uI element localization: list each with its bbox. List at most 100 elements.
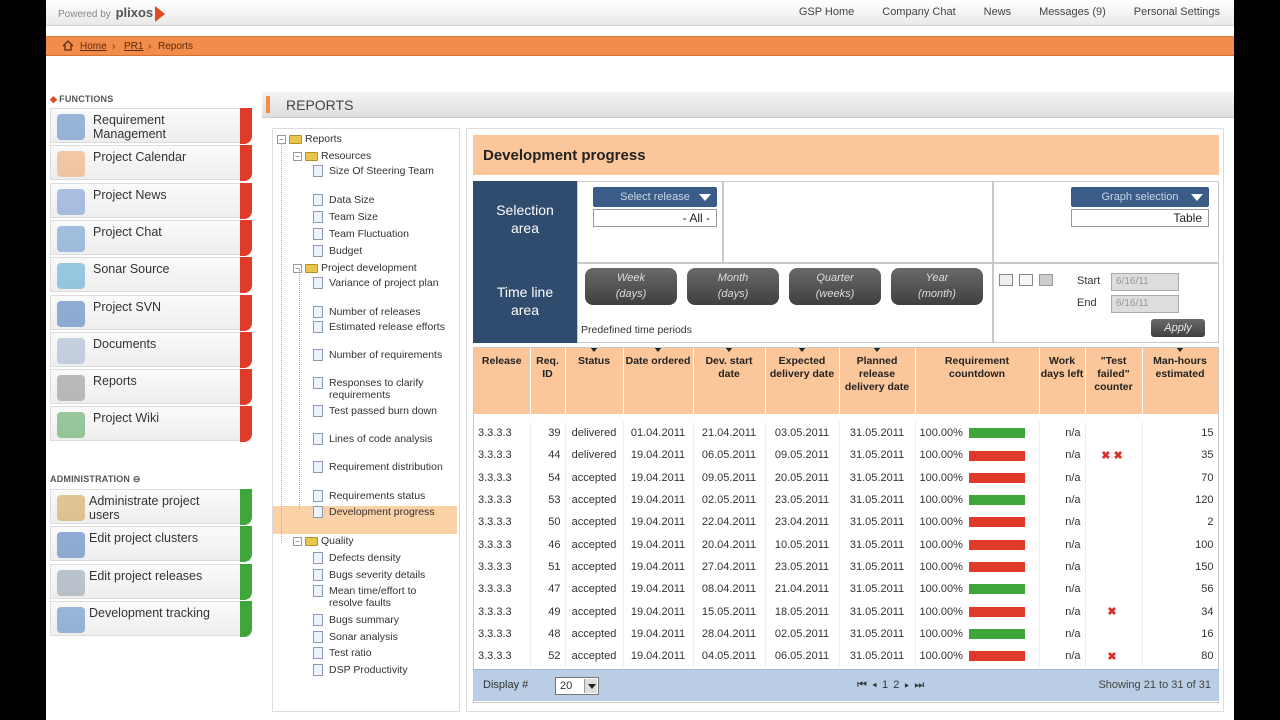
first-page-icon[interactable]: ⏮ (857, 679, 868, 691)
tree-leaf[interactable]: Number of releases (313, 306, 453, 320)
period-button[interactable]: Quarter (weeks) (789, 268, 881, 305)
sort-icon[interactable] (654, 348, 662, 352)
sort-icon[interactable] (1176, 348, 1184, 352)
table-row[interactable]: 3.3.3.3 39 delivered 01.04.2011 21.04.2011 03… (474, 422, 1218, 445)
tree-leaf[interactable]: Estimated release efforts (313, 321, 453, 349)
tree-leaf[interactable]: Test ratio (313, 647, 453, 661)
next-page-icon[interactable]: ▸ (904, 679, 910, 691)
admin-item[interactable]: Administrate project users (50, 489, 252, 525)
tree-leaf[interactable]: Lines of code analysis (313, 433, 453, 461)
topnav-link[interactable]: GSP Home (799, 6, 854, 18)
table-row[interactable]: 3.3.3.3 44 delivered 19.04.2011 06.05.2011 09… (474, 444, 1218, 467)
tree-folder[interactable]: − Reports (277, 133, 342, 145)
tree-leaf[interactable]: Sonar analysis (313, 631, 453, 645)
tree-folder[interactable]: − Quality (293, 535, 354, 547)
tree-leaf[interactable]: DSP Productivity (313, 664, 453, 678)
tree-leaf[interactable]: Defects density (313, 552, 453, 566)
tree-leaf[interactable]: Requirement distribution (313, 461, 453, 489)
page-size-select[interactable]: 20 (555, 677, 599, 695)
tree-leaf[interactable]: Responses to clarify requirements (313, 377, 453, 405)
tree-leaf[interactable]: Number of requirements (313, 349, 453, 377)
collapse-icon[interactable]: − (293, 263, 302, 273)
view-split-icon[interactable] (1019, 274, 1033, 286)
column-header[interactable]: Expected delivery date (765, 348, 840, 414)
period-button[interactable]: Month (days) (687, 268, 779, 305)
collapse-icon[interactable]: − (293, 536, 302, 546)
table-row[interactable]: 3.3.3.3 51 accepted 19.04.2011 27.04.2011 23.… (474, 555, 1218, 579)
tree-leaf[interactable]: Bugs summary (313, 614, 453, 628)
sidebar-item[interactable]: Project Calendar (50, 145, 252, 182)
sidebar-item[interactable]: Documents (50, 331, 252, 368)
topnav-link[interactable]: Company Chat (882, 6, 955, 18)
table-row[interactable]: 3.3.3.3 47 accepted 19.04.2011 08.04.2011 21.… (474, 578, 1218, 601)
tree-leaf[interactable]: Data Size (313, 194, 453, 208)
select-release-dropdown[interactable]: Select release (593, 187, 717, 207)
last-page-icon[interactable]: ⏭ (914, 679, 925, 691)
prev-page-icon[interactable]: ◂ (872, 679, 878, 691)
breadcrumb-project[interactable]: PR1 (124, 41, 143, 52)
sort-icon[interactable] (798, 348, 806, 352)
column-header[interactable]: Req. ID (530, 348, 566, 414)
tree-leaf[interactable]: Test passed burn down (313, 405, 453, 433)
sort-icon[interactable] (873, 348, 881, 352)
sidebar-item[interactable]: Reports (50, 369, 252, 406)
topnav-link[interactable]: Messages (9) (1039, 6, 1106, 18)
page-numbers[interactable]: 1 2 (882, 679, 900, 691)
table-row[interactable]: 3.3.3.3 53 accepted 19.04.2011 02.05.2011 23.… (474, 488, 1218, 512)
tree-leaf[interactable]: Team Fluctuation (313, 228, 453, 242)
tree-leaf[interactable]: Variance of project plan (313, 277, 453, 305)
view-single-icon[interactable] (999, 274, 1013, 286)
sidebar-item[interactable]: Project SVN (50, 294, 252, 331)
sidebar-item[interactable]: Sonar Source (50, 257, 252, 294)
home-icon[interactable] (62, 40, 74, 51)
table-row[interactable]: 3.3.3.3 54 accepted 19.04.2011 09.05.2011 20.… (474, 466, 1218, 489)
period-button[interactable]: Year (month) (891, 268, 983, 305)
tree-leaf[interactable]: Mean time/effort to resolve faults (313, 585, 453, 613)
start-date-input[interactable]: 6/16/11 (1111, 273, 1179, 291)
cell-test-failed (1085, 578, 1143, 601)
tree-leaf[interactable]: Development progress (273, 506, 457, 534)
tree-leaf[interactable]: Team Size (313, 211, 453, 225)
topnav-link[interactable]: Personal Settings (1134, 6, 1220, 18)
table-row[interactable]: 3.3.3.3 49 accepted 19.04.2011 15.05.2011 18.… (474, 600, 1218, 623)
graph-value[interactable]: Table (1071, 209, 1209, 227)
admin-item[interactable]: Edit project clusters (50, 526, 252, 563)
column-header[interactable]: Release (474, 348, 531, 414)
breadcrumb-home[interactable]: Home (80, 41, 107, 52)
tree-folder[interactable]: − Resources (293, 150, 371, 162)
sidebar-item[interactable]: Project News (50, 182, 252, 219)
column-header[interactable]: Date ordered (623, 348, 694, 414)
column-header[interactable]: Requirement countdown (915, 348, 1040, 414)
sort-icon[interactable] (590, 348, 598, 352)
apply-button[interactable]: Apply (1151, 319, 1205, 337)
sidebar-item[interactable]: Requirement Management (50, 108, 252, 144)
tree-leaf[interactable]: Bugs severity details (313, 569, 453, 583)
column-header[interactable]: Planned release delivery date (839, 348, 916, 414)
view-grid-icon[interactable] (1039, 274, 1053, 286)
sidebar-item[interactable]: Project Chat (50, 219, 252, 256)
table-row[interactable]: 3.3.3.3 50 accepted 19.04.2011 22.04.2011 23.… (474, 511, 1218, 534)
period-button[interactable]: Week (days) (585, 268, 677, 305)
table-row[interactable]: 3.3.3.3 48 accepted 19.04.2011 28.04.2011 02.… (474, 622, 1218, 645)
table-row[interactable]: 3.3.3.3 46 accepted 19.04.2011 20.04.2011 10.… (474, 533, 1218, 556)
tree-leaf[interactable]: Size Of Steering Team (313, 165, 453, 193)
column-header[interactable]: Work days left (1039, 348, 1086, 414)
end-date-input[interactable]: 6/16/11 (1111, 295, 1179, 313)
column-header[interactable]: Status (565, 348, 624, 414)
release-value[interactable]: - All - (593, 209, 717, 227)
tree-leaf[interactable]: Requirements status (313, 490, 453, 504)
administration-title[interactable]: ADMINISTRATION ⊖ (50, 474, 141, 485)
tree-leaf[interactable]: Budget (313, 245, 453, 259)
column-header[interactable]: "Test failed" counter (1085, 348, 1143, 414)
admin-item[interactable]: Development tracking (50, 600, 252, 637)
graph-selection-dropdown[interactable]: Graph selection (1071, 187, 1209, 207)
sidebar-item[interactable]: Project Wiki (50, 406, 252, 443)
admin-item[interactable]: Edit project releases (50, 563, 252, 600)
column-header[interactable]: Dev. start date (693, 348, 766, 414)
table-row[interactable]: 3.3.3.3 52 accepted 19.04.2011 04.05.2011 06.… (474, 644, 1218, 668)
collapse-icon[interactable]: − (293, 151, 302, 161)
column-header[interactable]: Man-hours estimated (1142, 348, 1218, 414)
topnav-link[interactable]: News (984, 6, 1012, 18)
tree-folder[interactable]: − Project development (293, 262, 417, 274)
sort-icon[interactable] (725, 348, 733, 352)
